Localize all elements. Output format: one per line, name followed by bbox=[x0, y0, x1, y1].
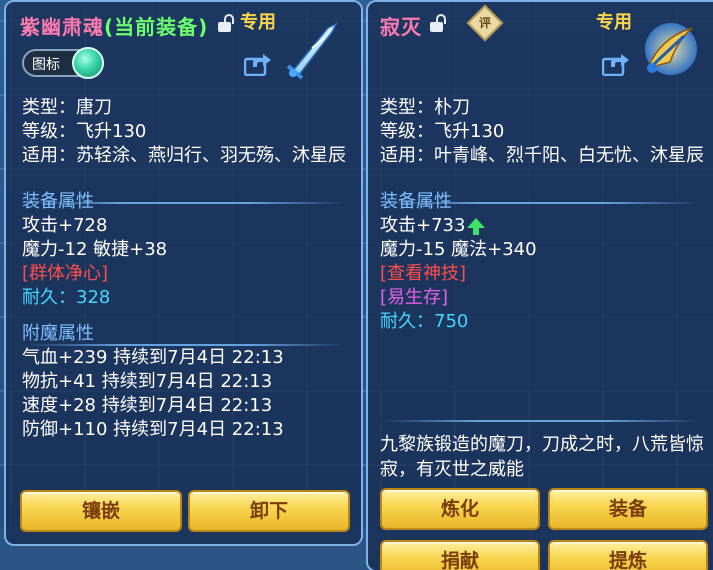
sword-icon bbox=[645, 23, 697, 75]
attack-stat-row: 攻击+733 bbox=[380, 214, 705, 238]
current-equipped-tag: (当前装备) bbox=[104, 15, 209, 39]
fragile-tag: [易生存] bbox=[380, 287, 449, 308]
item-description: 九黎族锻造的魔刀，刀成之时，八荒皆惊寂，有灭世之威能 bbox=[380, 434, 704, 480]
exclusive-label: 专用 bbox=[596, 12, 632, 33]
equipped-item-info: 类型：唐刀 等级：飞升130 适用：苏轻涂、燕归行、羽无殇、沐星辰 装备属性 攻… bbox=[22, 96, 347, 442]
item-title: 紫幽肃魂(当前装备) bbox=[20, 11, 208, 40]
divider bbox=[26, 344, 346, 346]
attack-stat: 攻击+733 bbox=[380, 215, 466, 236]
durability: 耐久：328 bbox=[22, 287, 111, 308]
extract-button[interactable]: 提炼 bbox=[548, 540, 708, 570]
rate-badge-label: 评 bbox=[478, 16, 491, 30]
icon-toggle[interactable]: 图标 bbox=[22, 47, 104, 79]
item-type: 类型：唐刀 bbox=[22, 97, 112, 118]
toggle-knob bbox=[72, 47, 104, 79]
enchant-line: 速度+28 持续到7月4日 22:13 bbox=[22, 395, 273, 416]
divider bbox=[382, 202, 700, 204]
enchant-line: 物抗+41 持续到7月4日 22:13 bbox=[22, 371, 273, 392]
item-level: 等级：飞升130 bbox=[22, 121, 147, 142]
inlay-button[interactable]: 镶嵌 bbox=[20, 490, 182, 532]
item-name: 寂灭 bbox=[380, 15, 422, 39]
view-skill-link[interactable]: [查看神技] bbox=[380, 262, 705, 286]
share-icon[interactable] bbox=[244, 52, 272, 76]
durability: 耐久：750 bbox=[380, 311, 469, 332]
item-type: 类型：朴刀 bbox=[380, 97, 470, 118]
lock-icon[interactable] bbox=[430, 14, 446, 32]
enchant-line: 气血+239 持续到7月4日 22:13 bbox=[22, 347, 284, 368]
enchant-line: 防御+110 持续到7月4日 22:13 bbox=[22, 419, 284, 440]
compared-item-info: 类型：朴刀 等级：飞升130 适用：叶青峰、烈千阳、白无忧、沐星辰 装备属性 攻… bbox=[380, 96, 705, 334]
compared-item-panel: 寂灭 评 专用 类型：朴刀 等级：飞升130 适用：叶青峰、烈千阳、白无忧、沐星… bbox=[366, 0, 713, 570]
attack-stat: 攻击+728 bbox=[22, 215, 108, 236]
exclusive-label: 专用 bbox=[240, 12, 276, 33]
equip-button[interactable]: 装备 bbox=[548, 488, 708, 530]
item-level: 等级：飞升130 bbox=[380, 121, 505, 142]
item-name: 紫幽肃魂 bbox=[20, 15, 104, 39]
lock-icon[interactable] bbox=[218, 14, 234, 32]
divider bbox=[26, 202, 346, 204]
equipped-item-panel: 紫幽肃魂(当前装备) 专用 图标 类型：唐刀 等级：飞升130 适用：苏轻涂、燕… bbox=[4, 0, 363, 546]
enchant-attributes-header: 附魔属性 bbox=[22, 323, 94, 344]
donate-button[interactable]: 捐献 bbox=[380, 540, 540, 570]
up-arrow-icon bbox=[467, 218, 486, 235]
unequip-button[interactable]: 卸下 bbox=[188, 490, 350, 532]
rate-badge-icon[interactable]: 评 bbox=[466, 4, 504, 42]
item-applicable-roles: 适用：叶青峰、烈千阳、白无忧、沐星辰 bbox=[380, 145, 704, 166]
sword-icon bbox=[286, 22, 338, 80]
refine-button[interactable]: 炼化 bbox=[380, 488, 540, 530]
magic-spell-stat: 魔力-15 魔法+340 bbox=[380, 239, 537, 260]
magic-agility-stat: 魔力-12 敏捷+38 bbox=[22, 239, 168, 260]
skill-label[interactable]: [群体净心] bbox=[22, 262, 347, 286]
item-applicable-roles: 适用：苏轻涂、燕归行、羽无殇、沐星辰 bbox=[22, 145, 346, 166]
icon-toggle-label: 图标 bbox=[32, 57, 60, 73]
share-icon[interactable] bbox=[602, 52, 630, 76]
divider bbox=[382, 420, 700, 422]
